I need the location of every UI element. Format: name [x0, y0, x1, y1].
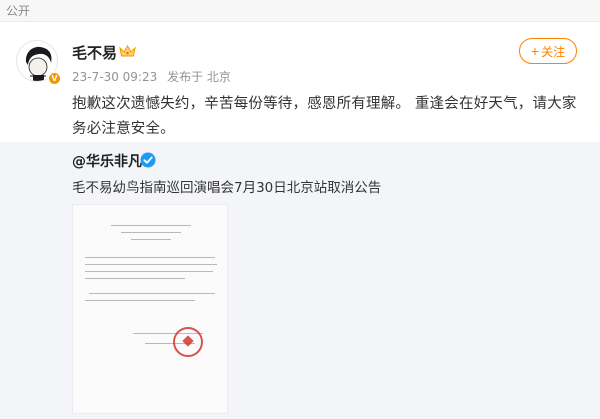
verified-personal-badge-icon: V [47, 71, 62, 86]
visibility-label: 公开 [6, 4, 31, 18]
post-text: 抱歉这次遗憾失约，辛苦每份等待，感恩所有理解。 重逢会在好天气，请大家务必注意安… [72, 96, 577, 137]
notice-body-line [85, 271, 213, 272]
notice-heading-line [121, 232, 181, 233]
post-username[interactable]: 毛不易 [72, 42, 117, 63]
crown-badge-icon [119, 45, 136, 57]
notice-body-line [89, 293, 215, 294]
verified-check-icon [140, 152, 156, 168]
repost-text: 毛不易幼鸟指南巡回演唱会7月30日北京站取消公告 [72, 180, 382, 196]
weibo-post: V 毛不易 23-7-30 09:23 发布于 北京 + 关注 抱歉这次遗憾失约… [0, 22, 600, 142]
visibility-bar: 公开 [0, 0, 600, 22]
notice-body-line [85, 257, 215, 258]
repost-card[interactable]: @华乐非凡 毛不易幼鸟指南巡回演唱会7月30日北京站取消公告 [0, 142, 600, 419]
notice-body-line [85, 264, 217, 265]
post-timestamp[interactable]: 23-7-30 09:23 [72, 70, 157, 84]
announcement-image[interactable] [72, 204, 228, 414]
follow-label: 关注 [541, 44, 566, 59]
notice-body-line [85, 300, 195, 301]
repost-author[interactable]: @华乐非凡 [72, 151, 142, 171]
red-seal-stamp [173, 327, 203, 357]
follow-button[interactable]: + 关注 [519, 38, 577, 64]
post-source: 发布于 北京 [167, 70, 231, 84]
notice-heading-line [111, 225, 191, 226]
plus-icon: + [530, 43, 540, 59]
notice-heading-line [131, 239, 171, 240]
post-meta: 23-7-30 09:23 发布于 北京 [72, 68, 237, 85]
notice-body-line [85, 278, 185, 279]
